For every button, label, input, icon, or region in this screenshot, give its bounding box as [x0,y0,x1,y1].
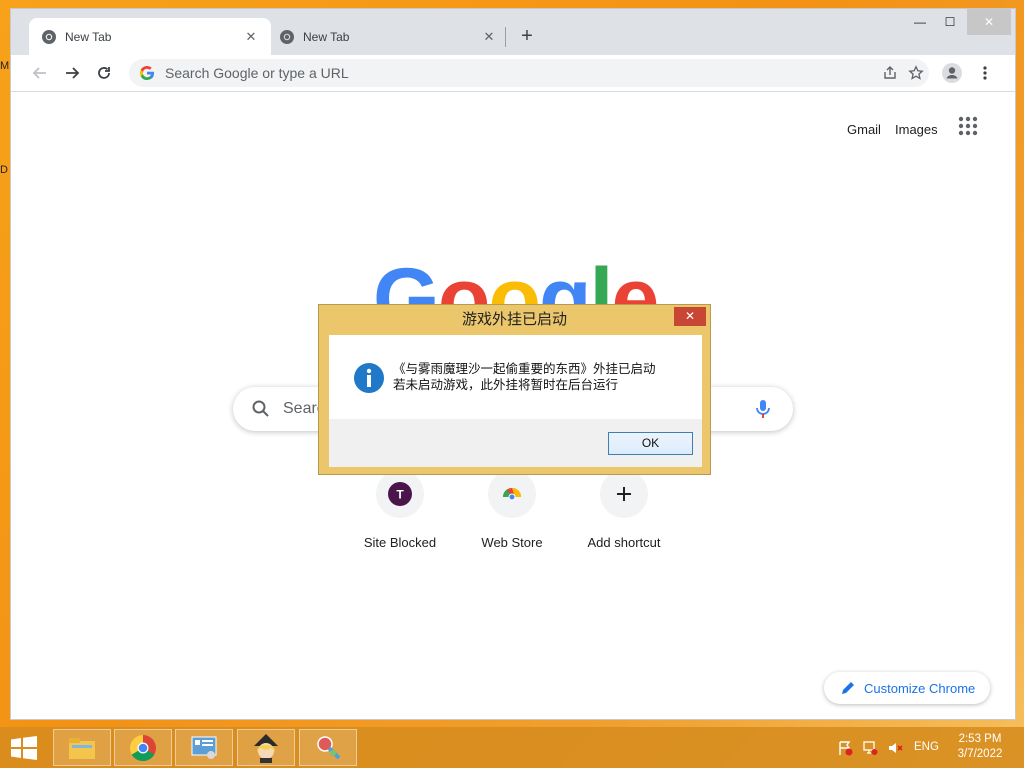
omnibox[interactable] [129,59,929,87]
browser-toolbar [11,55,1015,92]
tab-title: New Tab [303,29,350,44]
forward-arrow-icon [66,67,80,79]
kebab-menu-icon [983,66,987,80]
shortcut-site-blocked[interactable]: T Site Blocked [344,470,456,550]
chrome-icon[interactable] [114,729,172,766]
forward-button[interactable] [58,59,86,87]
chrome-favicon-icon [41,29,57,45]
t-letter-icon: T [388,482,412,506]
tab-new-tab-2[interactable]: New Tab ✕ [267,18,509,55]
network-icon[interactable] [861,739,879,757]
images-link[interactable]: Images [895,122,938,137]
windows-start-icon[interactable] [10,736,38,760]
info-icon [354,363,384,393]
shortcut-label: Web Store [481,535,543,550]
chrome-favicon-icon [279,29,295,45]
shortcut-web-store[interactable]: Web Store [456,470,568,550]
tab-close-icon[interactable]: ✕ [243,29,259,45]
share-icon[interactable] [877,60,903,86]
reload-icon [98,67,110,79]
maximize-button[interactable]: ☐ [937,9,963,35]
desktop-icon-label-m: M [0,60,10,72]
taskbar: ENG 2:53 PM 3/7/2022 [0,727,1024,768]
profile-button[interactable] [938,59,966,87]
tab-title: New Tab [65,29,112,44]
gmail-link[interactable]: Gmail [847,122,881,137]
bookmark-star-icon[interactable] [903,60,929,86]
google-apps-icon[interactable] [956,114,980,138]
reload-button[interactable] [90,59,118,87]
dialog-body: 《与雾雨魔理沙一起偷重要的东西》外挂已启动 若未启动游戏，此外挂将暂时在后台运行… [329,335,702,467]
new-tab-button[interactable]: + [515,25,539,49]
microphone-icon[interactable] [753,397,773,421]
back-arrow-icon [32,67,46,79]
cheat-started-dialog: 游戏外挂已启动 ✕ 《与雾雨魔理沙一起偷重要的东西》外挂已启动 若未启动游戏，此… [318,304,711,475]
system-clock[interactable]: 2:53 PM 3/7/2022 [950,732,1010,762]
touhou-game-icon[interactable] [237,729,295,766]
shortcut-letter: T [396,488,404,502]
back-button[interactable] [26,59,54,87]
clock-time: 2:53 PM [958,733,1002,745]
desktop-icon-label-d: D [0,164,8,176]
customize-chrome-label: Customize Chrome [864,680,976,696]
shortcut-add[interactable]: Add shortcut [568,470,680,550]
tab-separator [505,27,506,47]
google-g-icon [139,65,155,81]
tool-app-icon[interactable] [299,729,357,766]
shortcut-label: Add shortcut [587,535,661,550]
input-language[interactable]: ENG [914,741,939,753]
pencil-icon [840,680,856,696]
dialog-message: 《与雾雨魔理沙一起偷重要的东西》外挂已启动 若未启动游戏，此外挂将暂时在后台运行 [393,361,656,393]
ok-button[interactable]: OK [608,432,693,455]
tab-new-tab-1[interactable]: New Tab ✕ [29,18,271,55]
close-window-button[interactable]: ✕ [967,9,1011,35]
dialog-close-button[interactable]: ✕ [674,307,706,326]
customize-chrome-button[interactable]: Customize Chrome [824,672,990,704]
action-center-flag-icon[interactable] [836,739,854,757]
chrome-webstore-icon [502,488,521,501]
dialog-message-line: 《与雾雨魔理沙一起偷重要的东西》外挂已启动 [393,362,656,376]
volume-muted-icon[interactable] [886,739,904,757]
search-icon [251,399,271,419]
chrome-menu-button[interactable] [971,59,999,87]
control-panel-icon[interactable] [175,729,233,766]
plus-icon [617,487,631,501]
tab-strip: New Tab ✕ New Tab ✕ + — ☐ ✕ [11,9,1015,55]
tab-close-icon[interactable]: ✕ [481,29,497,45]
profile-avatar-icon [942,63,962,83]
shortcut-label: Site Blocked [363,535,437,550]
minimize-button[interactable]: — [907,9,933,35]
address-input[interactable] [163,64,877,82]
clock-date: 3/7/2022 [957,748,1003,760]
file-explorer-icon[interactable] [53,729,111,766]
dialog-title: 游戏外挂已启动 [461,311,567,328]
dialog-message-line: 若未启动游戏，此外挂将暂时在后台运行 [393,378,619,392]
